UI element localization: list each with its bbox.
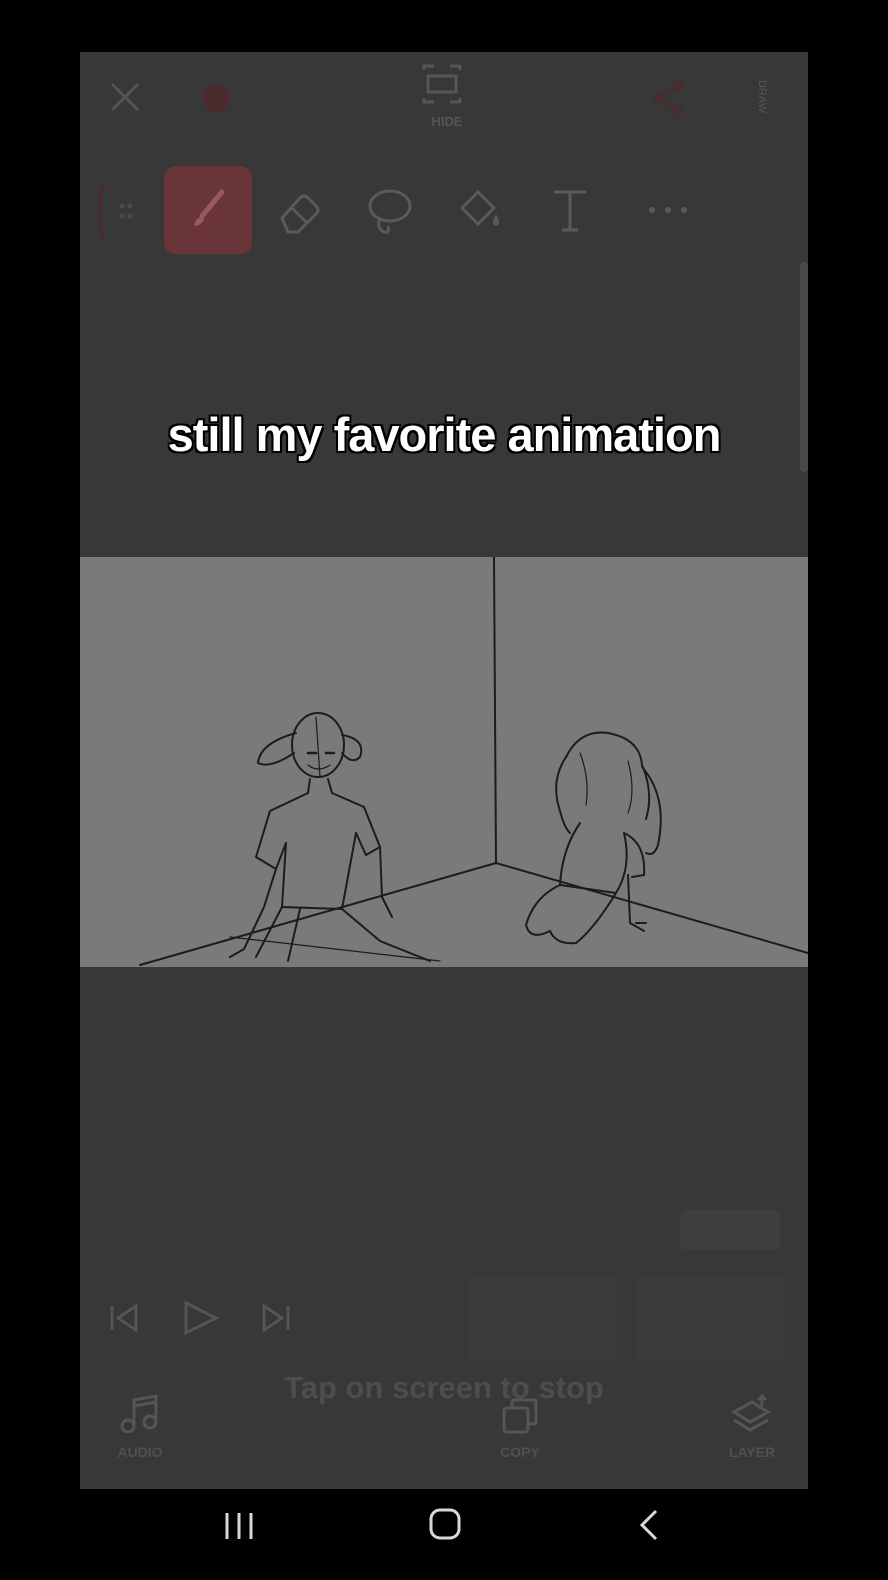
skip-start-icon[interactable] [108,1302,142,1334]
share-icon[interactable] [650,80,686,116]
close-icon[interactable] [108,80,142,114]
layer-icon[interactable] [730,1394,772,1434]
eraser-icon[interactable] [276,190,322,234]
drag-handle-icon[interactable] [98,182,138,242]
hide-icon[interactable] [420,64,464,104]
text-tool-icon[interactable] [550,186,590,236]
side-label: DRAW [756,80,768,114]
ghost-panel-c [636,1276,784,1360]
play-icon[interactable] [180,1300,220,1336]
home-icon[interactable] [428,1507,462,1541]
hide-label: HIDE [431,114,463,129]
more-icon[interactable] [646,202,690,218]
record-icon[interactable] [198,80,234,116]
video-caption: still my favorite animation [167,408,722,461]
layer-label[interactable]: LAYER [712,1444,792,1460]
ghost-panel-a [680,1210,780,1250]
lasso-icon[interactable] [366,186,414,236]
tap-to-stop-hint: Tap on screen to stop [284,1370,604,1405]
copy-label[interactable]: COPY [480,1444,560,1460]
animation-app: HIDE DRAW still my favorite animation Ta… [80,52,808,1489]
copy-icon[interactable] [500,1396,540,1436]
brush-tool-button[interactable] [164,166,252,254]
music-note-icon[interactable] [118,1394,162,1436]
sketch-drawing [139,557,808,966]
skip-end-icon[interactable] [258,1302,292,1334]
system-nav-bar [0,1489,888,1580]
brush-icon [194,189,225,226]
ghost-panel-b [468,1276,616,1360]
recents-icon[interactable] [222,1511,256,1541]
audio-label[interactable]: AUDIO [100,1444,180,1460]
back-icon[interactable] [636,1507,662,1543]
drawing-canvas[interactable] [80,557,808,967]
fill-icon[interactable] [454,186,504,236]
